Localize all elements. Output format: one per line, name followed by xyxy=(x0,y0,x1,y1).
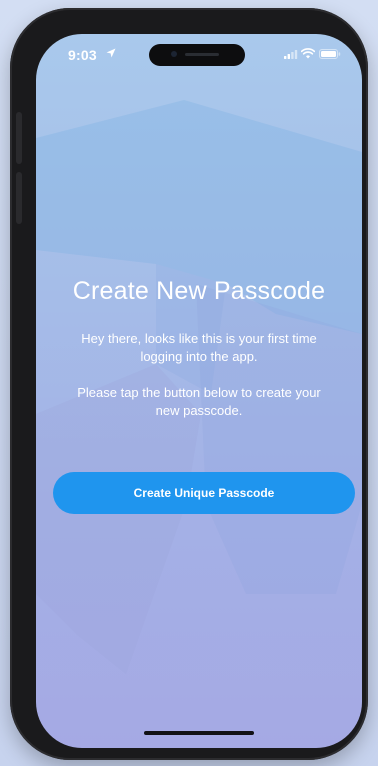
home-indicator[interactable] xyxy=(144,731,254,735)
create-passcode-button[interactable]: Create Unique Passcode xyxy=(53,472,355,514)
volume-down-button xyxy=(16,172,22,224)
page-title: Create New Passcode xyxy=(72,277,326,305)
front-camera xyxy=(171,51,177,57)
phone-frame: 9:03 Create New Passcode Hey there, look… xyxy=(10,8,368,760)
status-time: 9:03 xyxy=(68,47,97,63)
instruction-text: Please tap the button below to create yo… xyxy=(77,385,321,418)
earpiece-speaker xyxy=(185,53,219,56)
battery-icon xyxy=(319,49,341,59)
volume-up-button xyxy=(16,112,22,164)
wifi-icon xyxy=(301,48,315,59)
location-arrow-icon xyxy=(106,48,116,58)
signal-icon xyxy=(284,50,298,59)
canvas: 9:03 Create New Passcode Hey there, look… xyxy=(0,0,378,766)
status-bar: 9:03 xyxy=(36,34,362,78)
notch xyxy=(149,44,245,66)
phone-screen: 9:03 Create New Passcode Hey there, look… xyxy=(36,34,362,748)
intro-text: Hey there, looks like this is your first… xyxy=(81,331,317,364)
